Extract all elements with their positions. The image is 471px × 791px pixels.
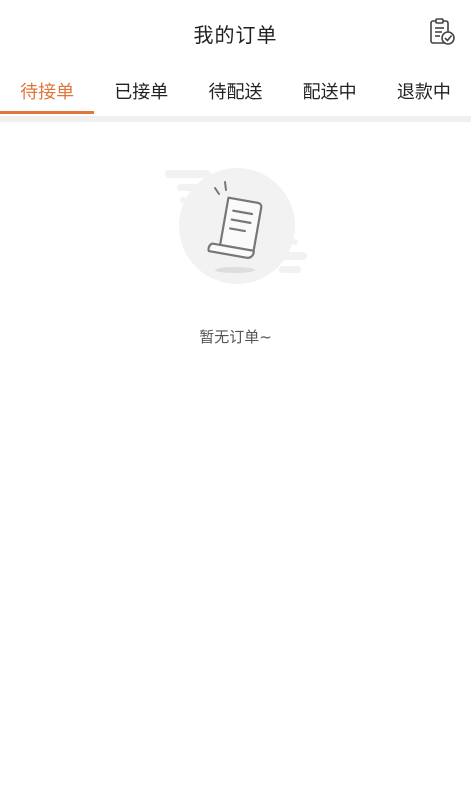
active-tab-indicator [0, 111, 95, 114]
empty-state: 暂无订单~ [0, 122, 471, 791]
header-bar: 我的订单 [0, 0, 471, 66]
tab-accepted[interactable]: 已接单 [94, 66, 188, 116]
tab-delivering[interactable]: 配送中 [283, 66, 377, 116]
empty-receipt-icon [163, 166, 311, 296]
page-title: 我的订单 [193, 23, 278, 47]
tab-pending-accept[interactable]: 待接单 [0, 66, 95, 116]
clipboard-check-icon[interactable] [426, 16, 458, 48]
tab-label: 退款中 [396, 82, 451, 103]
empty-message: 暂无订单~ [199, 328, 272, 346]
tab-refunding[interactable]: 退款中 [377, 66, 471, 116]
tab-label: 已接单 [114, 82, 169, 103]
tab-label: 配送中 [302, 82, 357, 103]
tab-label: 待接单 [20, 82, 75, 103]
tab-label: 待配送 [208, 82, 263, 103]
tab-pending-delivery[interactable]: 待配送 [188, 66, 282, 116]
order-status-tabs: 待接单 已接单 待配送 配送中 退款中 [0, 66, 471, 116]
